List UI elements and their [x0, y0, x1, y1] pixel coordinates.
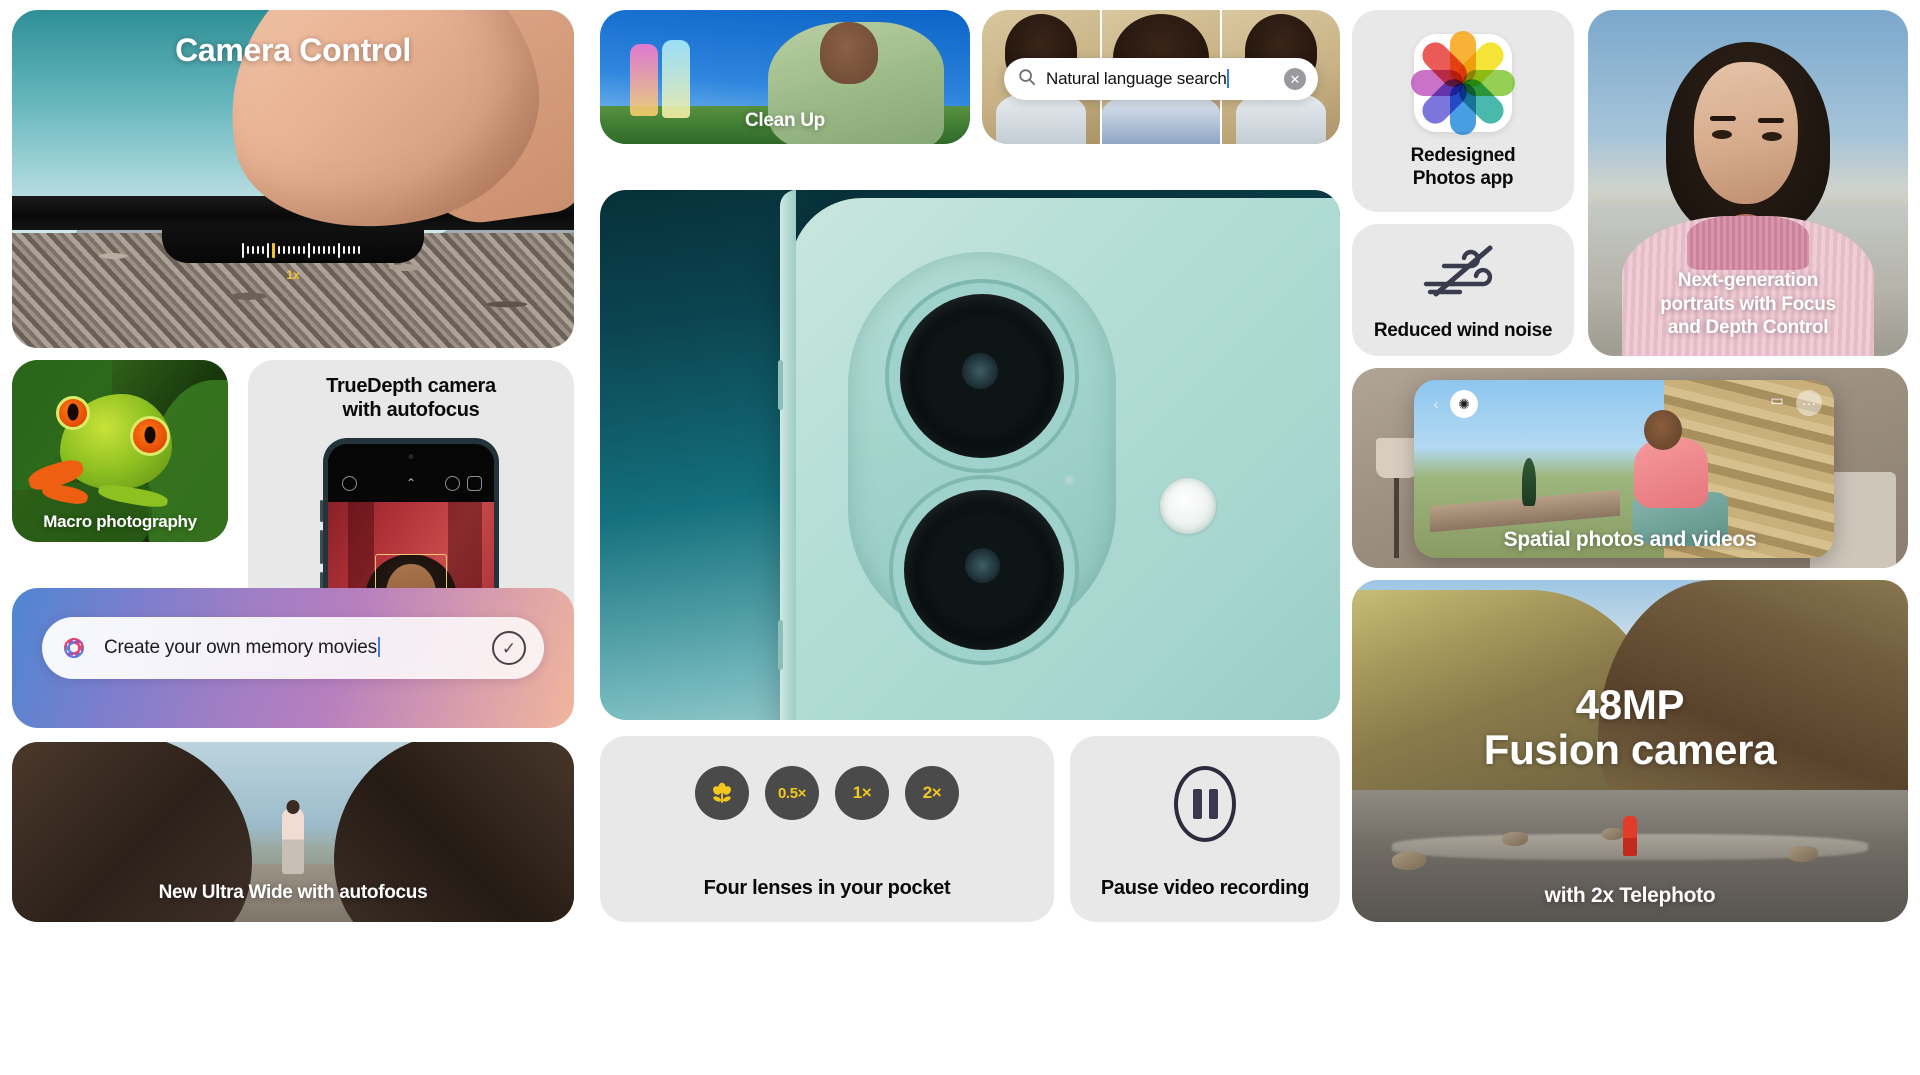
- flower-icon: [713, 782, 731, 803]
- memory-movies-input-field[interactable]: Create your own memory movies ✓: [42, 617, 544, 679]
- siri-glow-icon: [58, 632, 90, 664]
- truedepth-line-1: TrueDepth camera: [326, 375, 496, 397]
- card-ultra-wide[interactable]: New Ultra Wide with autofocus: [12, 742, 574, 922]
- text-caret: [1226, 69, 1229, 88]
- zoom-level-label: 1x: [286, 268, 300, 282]
- search-input-value: Natural language search: [1046, 69, 1227, 88]
- macro-lens-button[interactable]: [695, 766, 749, 820]
- portrait-line-1: Next-generation: [1677, 270, 1819, 292]
- lens-2x-button[interactable]: 2×: [905, 766, 959, 820]
- caption-ultra-wide: New Ultra Wide with autofocus: [158, 882, 428, 903]
- aspect-ratio-icon[interactable]: [467, 476, 482, 491]
- removed-person-1: [630, 44, 658, 116]
- removed-person-2: [662, 40, 690, 118]
- photos-app-icon[interactable]: [1411, 31, 1515, 135]
- card-four-lenses[interactable]: 0.5× 1× 2× Four lenses in your pocket: [600, 736, 1054, 922]
- card-fusion-camera[interactable]: 48MP Fusion camera with 2x Telephoto: [1352, 580, 1908, 922]
- check-circle-icon[interactable]: ✓: [492, 631, 526, 665]
- feature-grid: 1x Camera Control Macro photography True…: [0, 0, 1920, 1075]
- chevron-up-icon[interactable]: ⌃: [404, 476, 419, 491]
- more-options-icon[interactable]: ···: [1796, 390, 1822, 416]
- card-memory-movies[interactable]: Create your own memory movies ✓: [12, 588, 574, 728]
- card-camera-control[interactable]: 1x Camera Control: [12, 10, 574, 348]
- flash-control-icon[interactable]: [342, 476, 357, 491]
- caption-portraits: Next-generation portraits with Focus and…: [1588, 269, 1908, 340]
- wind-slash-icon: [1420, 242, 1506, 298]
- portrait-line-3: and Depth Control: [1667, 317, 1829, 339]
- subject-head: [820, 22, 878, 84]
- caption-wind-noise: Reduced wind noise: [1373, 320, 1553, 341]
- person-figure: [282, 808, 304, 874]
- lens-1x-button[interactable]: 1×: [835, 766, 889, 820]
- zoom-tick-marks[interactable]: [242, 242, 377, 258]
- card-macro-photography[interactable]: Macro photography: [12, 360, 228, 542]
- memory-movies-value: Create your own memory movies: [104, 637, 377, 658]
- flash-led: [1160, 478, 1216, 534]
- cypress-tree: [1522, 458, 1536, 506]
- card-natural-language-search[interactable]: Natural language search ✕: [982, 10, 1340, 144]
- caption-macro: Macro photography: [43, 512, 197, 531]
- lens-selector-row[interactable]: 0.5× 1× 2×: [600, 766, 1054, 820]
- caption-clean-up: Clean Up: [745, 110, 825, 131]
- card-clean-up[interactable]: Clean Up: [600, 10, 970, 144]
- chevron-left-icon[interactable]: ‹: [1426, 394, 1446, 414]
- person-head: [286, 800, 300, 814]
- subject-face: [1693, 62, 1798, 227]
- memory-movies-input-text[interactable]: Create your own memory movies: [104, 637, 492, 659]
- volume-button-down[interactable]: [778, 620, 783, 670]
- text-caret: [377, 637, 380, 657]
- spatial-settings-icon[interactable]: ✺: [1450, 390, 1478, 418]
- search-input[interactable]: Natural language search: [1046, 69, 1284, 89]
- hiker-figure: [1623, 816, 1637, 856]
- camera-lens-ultrawide: [904, 490, 1064, 650]
- volume-button-up[interactable]: [778, 360, 783, 410]
- microphone: [1063, 474, 1075, 486]
- video-icon[interactable]: ▭: [1764, 390, 1790, 410]
- caption-fusion: with 2x Telephoto: [1544, 884, 1716, 907]
- truedepth-line-2: with autofocus: [342, 399, 480, 422]
- search-bar[interactable]: Natural language search ✕: [1004, 58, 1318, 100]
- fusion-line-1: 48MP: [1575, 681, 1685, 728]
- card-portraits[interactable]: Next-generation portraits with Focus and…: [1588, 10, 1908, 356]
- card-title-photos-app: Redesigned Photos app: [1352, 144, 1574, 190]
- card-photos-app[interactable]: Redesigned Photos app: [1352, 10, 1574, 212]
- subject-collar: [1687, 216, 1809, 270]
- subject-shirt: [1634, 438, 1708, 508]
- caption-spatial: Spatial photos and videos: [1503, 528, 1757, 551]
- caption-four-lenses: Four lenses in your pocket: [703, 877, 951, 899]
- photos-app-line-1: Redesigned: [1410, 145, 1516, 166]
- lens-0-5x-button[interactable]: 0.5×: [765, 766, 819, 820]
- portrait-line-2: portraits with Focus: [1660, 293, 1836, 315]
- pause-icon[interactable]: [1174, 766, 1236, 842]
- fusion-line-2: Fusion camera: [1483, 726, 1777, 774]
- clear-circle-icon[interactable]: ✕: [1284, 68, 1306, 90]
- card-iphone-hero[interactable]: [600, 190, 1340, 720]
- card-title-camera-control: Camera Control: [175, 32, 411, 68]
- card-wind-noise[interactable]: Reduced wind noise: [1352, 224, 1574, 356]
- subject-head: [1644, 410, 1682, 450]
- live-photo-icon[interactable]: [445, 476, 460, 491]
- search-icon: [1018, 68, 1036, 91]
- card-title-truedepth: TrueDepth camera with autofocus: [248, 374, 574, 423]
- card-spatial-photos[interactable]: ‹ ✺ ▭ ··· Spatial photos and videos: [1352, 368, 1908, 568]
- photos-app-line-2: Photos app: [1412, 168, 1514, 190]
- camera-lens-wide: [900, 294, 1064, 458]
- card-pause-video[interactable]: Pause video recording: [1070, 736, 1340, 922]
- card-title-fusion: 48MP Fusion camera: [1352, 682, 1908, 773]
- caption-pause-video: Pause video recording: [1100, 877, 1310, 899]
